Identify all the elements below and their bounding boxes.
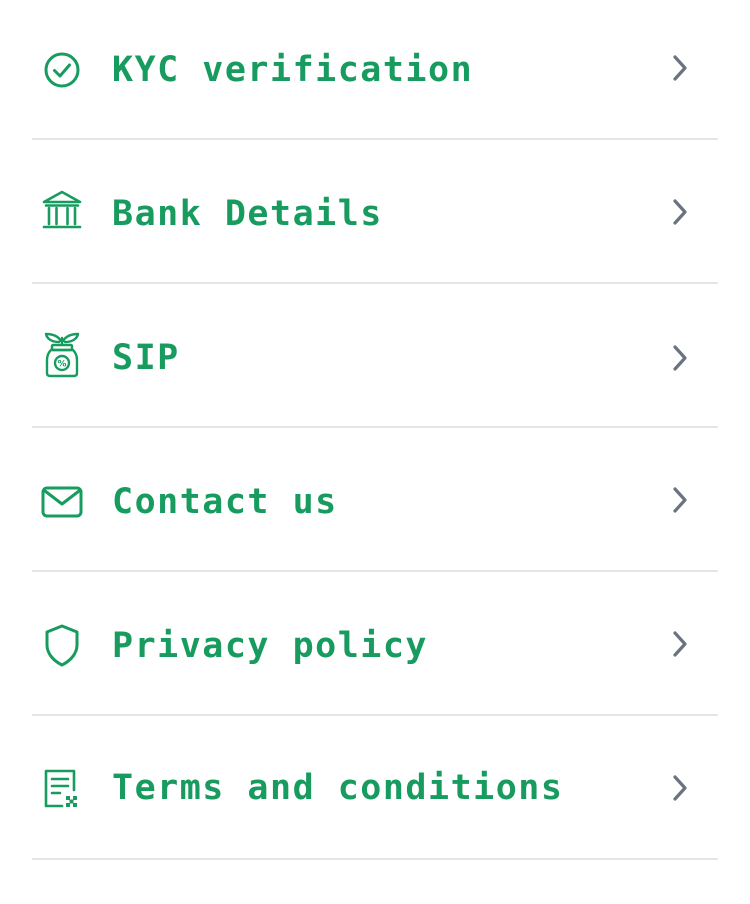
chevron-right-icon (666, 194, 694, 230)
menu-item-privacy-policy[interactable]: Privacy policy (0, 576, 750, 716)
chevron-right-icon (666, 626, 694, 662)
check-circle-icon (40, 48, 84, 92)
divider (32, 138, 718, 140)
divider (32, 570, 718, 572)
menu-item-label: SIP (112, 338, 180, 378)
menu-item-bank-details[interactable]: Bank Details (0, 144, 750, 284)
menu-item-terms-and-conditions[interactable]: Terms and conditions (0, 720, 750, 860)
menu-item-label: Contact us (112, 482, 338, 522)
chevron-right-icon (666, 340, 694, 376)
svg-text:%: % (57, 360, 66, 370)
divider (32, 858, 718, 860)
divider (32, 426, 718, 428)
menu-item-label: Bank Details (112, 194, 383, 234)
menu-item-label: Privacy policy (112, 626, 429, 666)
shield-icon (40, 624, 84, 668)
chevron-right-icon (666, 50, 694, 86)
chevron-right-icon (666, 770, 694, 806)
envelope-icon (40, 480, 84, 524)
menu-item-label: KYC verification (112, 50, 474, 90)
divider (32, 282, 718, 284)
menu-item-sip[interactable]: % SIP (0, 288, 750, 428)
menu-item-kyc-verification[interactable]: KYC verification (0, 0, 750, 140)
document-list-icon (40, 766, 84, 810)
bank-icon (40, 188, 84, 232)
money-jar-plant-icon: % (40, 332, 84, 378)
menu-item-label: Terms and conditions (112, 768, 564, 808)
chevron-right-icon (666, 482, 694, 518)
menu-item-contact-us[interactable]: Contact us (0, 432, 750, 572)
divider (32, 714, 718, 716)
